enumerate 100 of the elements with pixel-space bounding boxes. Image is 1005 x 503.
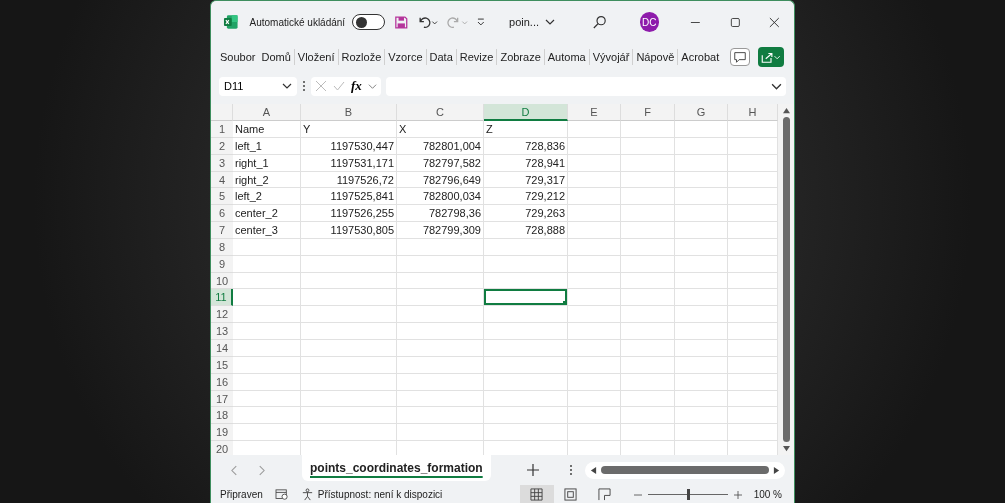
- table-cell: [675, 424, 728, 442]
- column-header[interactable]: E: [568, 104, 621, 121]
- search-icon[interactable]: [592, 14, 607, 30]
- row-header[interactable]: 19: [211, 424, 233, 442]
- horizontal-scrollbar[interactable]: [584, 461, 785, 479]
- table-cell: [621, 188, 675, 206]
- table-cell: [568, 339, 621, 357]
- ribbon-tab[interactable]: Vzorce: [385, 51, 426, 63]
- formula-field[interactable]: [385, 76, 786, 96]
- table-cell: 1197531,171: [301, 154, 397, 172]
- table-cell: [568, 356, 621, 374]
- table-cell: [568, 373, 621, 391]
- table-cell: 728,836: [484, 137, 568, 155]
- name-box[interactable]: D11: [219, 76, 297, 96]
- table-cell: [621, 205, 675, 223]
- table-cell: [568, 205, 621, 223]
- column-header[interactable]: A: [233, 104, 301, 121]
- ribbon-tab[interactable]: Data: [426, 51, 456, 63]
- caret-icon[interactable]: [282, 81, 292, 91]
- table-cell: [621, 154, 675, 172]
- sheet-tab[interactable]: points_coordinates_formation: [302, 455, 491, 481]
- ribbon-tab[interactable]: Vložení: [294, 51, 338, 63]
- table-cell: X: [397, 121, 484, 138]
- table-cell: [568, 238, 621, 256]
- scroll-right-icon[interactable]: [772, 465, 780, 475]
- zoom-slider-thumb[interactable]: [686, 489, 690, 500]
- row-header[interactable]: 20: [211, 441, 233, 455]
- table-cell: 729,263: [484, 205, 568, 223]
- table-cell: 782801,004: [397, 137, 484, 155]
- caret-icon: [545, 17, 556, 27]
- row-header[interactable]: 6: [211, 205, 233, 223]
- add-sheet-icon[interactable]: [526, 464, 539, 476]
- table-cell: [675, 255, 728, 273]
- table-cell: [675, 339, 728, 357]
- zoom-in-icon[interactable]: [733, 490, 742, 499]
- column-header[interactable]: D: [484, 104, 568, 121]
- scroll-up-icon[interactable]: [781, 107, 791, 114]
- table-cell: [675, 154, 728, 172]
- table-cell: [621, 373, 675, 391]
- file-name-button[interactable]: poin...: [509, 16, 556, 28]
- insert-function-button[interactable]: fx: [351, 78, 362, 94]
- ribbon-tab[interactable]: Domů: [258, 51, 294, 63]
- row-header[interactable]: 5: [211, 188, 233, 206]
- zoom-level[interactable]: 100 %: [753, 489, 782, 500]
- comments-button[interactable]: [730, 48, 750, 66]
- table-cell: 729,317: [484, 171, 568, 189]
- ribbon-tab[interactable]: Acrobat: [678, 51, 723, 63]
- row-header[interactable]: 12: [211, 306, 233, 324]
- ribbon-tab[interactable]: Zobraze: [497, 51, 544, 63]
- ribbon-tab[interactable]: Nápově: [633, 51, 678, 63]
- table-cell: 729,212: [484, 188, 568, 206]
- active-cell[interactable]: [484, 289, 568, 307]
- row-header[interactable]: 13: [211, 323, 233, 340]
- table-cell: [621, 272, 675, 290]
- customize-icon[interactable]: [476, 17, 487, 27]
- table-cell: [675, 407, 728, 425]
- scroll-down-icon[interactable]: [781, 445, 791, 452]
- row-header[interactable]: 11: [211, 289, 233, 307]
- table-cell: 782800,034: [397, 188, 484, 206]
- table-cell: [233, 373, 301, 391]
- more-icon[interactable]: [302, 80, 306, 92]
- table-cell: [568, 121, 621, 138]
- table-cell: [568, 390, 621, 408]
- column-header[interactable]: B: [301, 104, 397, 121]
- autosave-toggle[interactable]: [352, 14, 386, 30]
- spreadsheet-app-icon: [223, 14, 239, 30]
- more-icon[interactable]: [568, 464, 573, 476]
- column-header[interactable]: F: [621, 104, 675, 121]
- ribbon-tab[interactable]: Automa: [544, 51, 589, 63]
- table-cell: Name: [233, 121, 301, 138]
- close-icon[interactable]: [769, 16, 780, 28]
- table-cell: [621, 323, 675, 340]
- save-icon[interactable]: [394, 14, 409, 30]
- table-cell: [675, 238, 728, 256]
- table-cell: [621, 222, 675, 239]
- macro-icon[interactable]: [274, 488, 289, 501]
- table-cell: 1197526,255: [301, 205, 397, 223]
- ribbon-tab[interactable]: Revize: [456, 51, 497, 63]
- vertical-scrollbar[interactable]: [782, 117, 790, 442]
- table-cell: [675, 390, 728, 408]
- maximize-icon[interactable]: [729, 16, 741, 28]
- row-header[interactable]: 7: [211, 222, 233, 239]
- table-cell: [621, 424, 675, 442]
- user-avatar[interactable]: DC: [639, 12, 659, 32]
- table-cell: [675, 121, 728, 138]
- scroll-left-icon[interactable]: [589, 465, 597, 475]
- ribbon-tab[interactable]: Rozlože: [338, 51, 385, 63]
- row-header[interactable]: 18: [211, 407, 233, 425]
- accessibility-status[interactable]: Přístupnost: není k dispozici: [300, 488, 443, 501]
- ribbon-tab[interactable]: Vývojář: [589, 51, 633, 63]
- row-header[interactable]: 1: [211, 121, 233, 138]
- column-header[interactable]: G: [675, 104, 728, 121]
- table-cell: [675, 205, 728, 223]
- status-text: Připraven: [220, 489, 263, 500]
- normal-view-button[interactable]: [519, 485, 554, 503]
- table-cell: 728,888: [484, 222, 568, 239]
- share-button[interactable]: [758, 47, 784, 67]
- ribbon-tab[interactable]: Soubor: [217, 51, 259, 63]
- table-cell: Y: [301, 121, 397, 138]
- table-cell: [675, 289, 728, 307]
